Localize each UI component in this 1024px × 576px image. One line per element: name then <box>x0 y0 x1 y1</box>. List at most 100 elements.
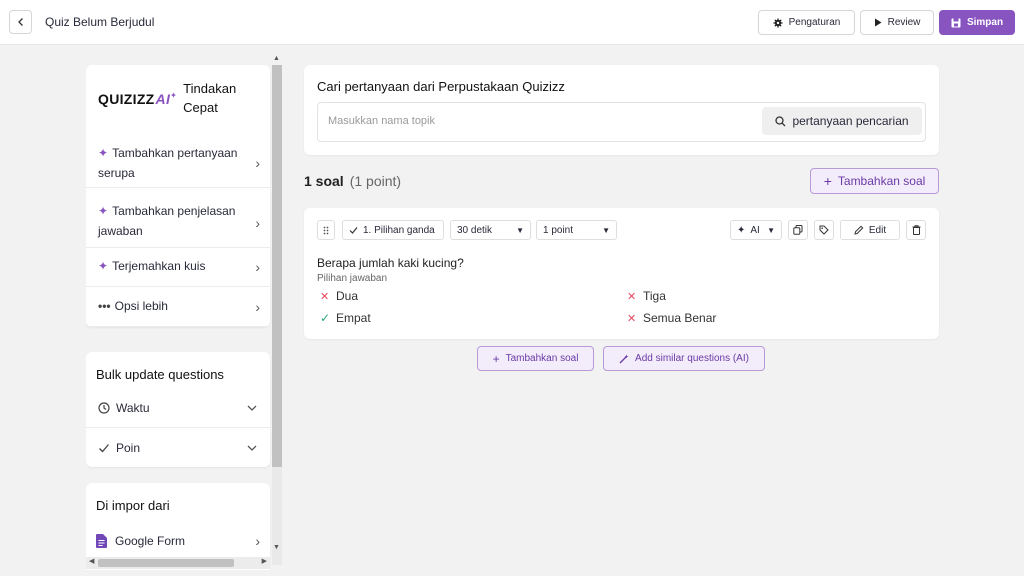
points-select[interactable]: 1 point ▼ <box>536 220 617 240</box>
import-google-form[interactable]: Google Form › <box>86 527 270 555</box>
import-label: Google Form <box>115 534 186 548</box>
answer-text: Empat <box>336 311 371 325</box>
quizizz-ai-logo: QUIZIZZ AI ✦ <box>98 90 178 108</box>
scroll-left-arrow-icon[interactable]: ◀ <box>89 557 94 565</box>
action-label: Tambahkan pertanyaan serupa <box>98 146 238 180</box>
question-type-label: 1. Pilihan ganda <box>363 224 435 236</box>
points-value: 1 point <box>543 224 574 236</box>
time-select[interactable]: 30 detik ▼ <box>450 220 531 240</box>
answer-option: ✓ Empat <box>320 311 371 325</box>
caret-down-icon: ▼ <box>516 225 524 235</box>
question-type-select[interactable]: 1. Pilihan ganda <box>342 220 444 240</box>
search-title: Cari pertanyaan dari Perpustakaan Quiziz… <box>317 79 565 94</box>
answer-option: ✕ Semua Benar <box>627 311 716 325</box>
caret-down-icon: ▼ <box>767 225 775 235</box>
clock-icon <box>98 401 110 414</box>
pencil-icon <box>854 225 864 235</box>
question-card: 1. Pilihan ganda 30 detik ▼ 1 point ▼ ✦ … <box>304 208 939 339</box>
play-icon <box>874 18 882 27</box>
ellipsis-icon: ••• <box>98 299 111 313</box>
chevron-right-icon: › <box>255 533 260 549</box>
answer-text: Dua <box>336 289 359 303</box>
bulk-update-title: Bulk update questions <box>96 367 224 382</box>
check-icon <box>349 226 358 234</box>
floppy-disk-icon <box>951 18 961 27</box>
add-question-label: Tambahkan soal <box>837 174 926 188</box>
chevron-left-icon <box>17 18 23 26</box>
incorrect-x-icon: ✕ <box>627 290 637 303</box>
plus-icon: + <box>492 351 500 366</box>
sidebar-vertical-scrollbar[interactable]: ▲ ▼ <box>270 55 284 570</box>
back-button[interactable] <box>9 10 32 34</box>
edit-button[interactable]: Edit <box>840 220 900 240</box>
caret-down-icon: ▼ <box>602 225 610 235</box>
incorrect-x-icon: ✕ <box>627 312 637 325</box>
quiz-title[interactable]: Quiz Belum Berjudul <box>45 15 154 29</box>
drag-handle-icon <box>323 226 329 234</box>
question-text[interactable]: Berapa jumlah kaki kucing? <box>317 256 464 270</box>
delete-button[interactable] <box>906 220 926 240</box>
answers-label: Pilihan jawaban <box>317 273 388 284</box>
answer-text: Tiga <box>643 289 666 303</box>
sparkle-icon: ✦ <box>737 224 746 236</box>
search-icon <box>775 115 786 126</box>
add-similar-label: Add similar questions (AI) <box>635 353 749 364</box>
time-value: 30 detik <box>457 224 493 236</box>
settings-button[interactable]: Pengaturan <box>758 10 855 35</box>
action-translate[interactable]: ✦ Terjemahkan kuis › <box>86 247 270 287</box>
edit-label: Edit <box>868 224 887 236</box>
sidebar-horizontal-scrollbar[interactable]: ◀ ▶ <box>86 557 270 569</box>
answer-option: ✕ Dua <box>320 289 358 303</box>
scroll-up-arrow-icon[interactable]: ▲ <box>273 55 280 62</box>
total-points: (1 point) <box>349 173 402 189</box>
sparkle-icon: ✦ <box>98 204 109 218</box>
add-similar-ai-button[interactable]: Add similar questions (AI) <box>603 346 765 371</box>
copy-icon <box>793 225 803 235</box>
action-label: Tambahkan penjelasan jawaban <box>98 204 236 238</box>
scrollbar-thumb[interactable] <box>98 559 234 567</box>
topic-search-input[interactable] <box>328 115 728 127</box>
settings-label: Pengaturan <box>788 17 841 28</box>
import-title: Di impor dari <box>96 498 170 513</box>
add-question-button-bottom[interactable]: + Tambahkan soal <box>477 346 594 371</box>
sidebar: QUIZIZZ AI ✦ Tindakan Cepat ✦ Tambahkan per… <box>86 55 285 570</box>
sparkle-icon: ✦ <box>98 259 109 273</box>
bulk-item-time[interactable]: Waktu <box>86 388 270 428</box>
quick-actions-title: Tindakan Cepat <box>183 81 237 115</box>
tag-button[interactable] <box>814 220 834 240</box>
scrollbar-thumb[interactable] <box>272 65 282 467</box>
check-icon <box>99 444 109 453</box>
action-add-explanation[interactable]: ✦ Tambahkan penjelasan jawaban › <box>86 198 270 248</box>
google-form-icon <box>96 534 107 548</box>
ai-label: AI <box>750 224 760 236</box>
action-add-similar[interactable]: ✦ Tambahkan pertanyaan serupa › <box>86 138 270 188</box>
duplicate-button[interactable] <box>788 220 808 240</box>
correct-check-icon: ✓ <box>320 311 331 325</box>
bulk-item-points[interactable]: Poin <box>86 428 270 468</box>
ai-menu-button[interactable]: ✦ AI ▼ <box>730 220 782 240</box>
question-count: 1 soal <box>304 173 344 189</box>
save-label: Simpan <box>966 17 1004 28</box>
question-summary: 1 soal (1 point) <box>304 173 401 189</box>
magic-wand-icon <box>619 354 629 363</box>
chevron-down-icon <box>247 405 257 411</box>
search-button[interactable]: pertanyaan pencarian <box>762 107 922 135</box>
search-box: pertanyaan pencarian <box>317 102 926 142</box>
scroll-right-arrow-icon[interactable]: ▶ <box>262 557 267 565</box>
add-question-label: Tambahkan soal <box>505 353 579 364</box>
chevron-right-icon: › <box>255 214 260 231</box>
drag-handle[interactable] <box>317 220 335 240</box>
search-button-label: pertanyaan pencarian <box>792 114 909 128</box>
trash-icon <box>912 225 920 235</box>
logo-text: QUIZIZZ <box>98 91 155 107</box>
chevron-down-icon <box>247 445 257 451</box>
quick-actions-header: QUIZIZZ AI ✦ Tindakan Cepat <box>98 79 263 117</box>
logo-ai: AI <box>155 91 171 107</box>
action-more-options[interactable]: ••• Opsi lebih › <box>86 287 270 327</box>
add-question-button-top[interactable]: + Tambahkan soal <box>810 168 939 194</box>
save-button[interactable]: Simpan <box>939 10 1015 35</box>
tag-icon <box>819 225 829 235</box>
review-button[interactable]: Review <box>860 10 934 35</box>
sparkle-icon: ✦ <box>98 146 109 160</box>
scroll-down-arrow-icon[interactable]: ▼ <box>273 544 280 551</box>
